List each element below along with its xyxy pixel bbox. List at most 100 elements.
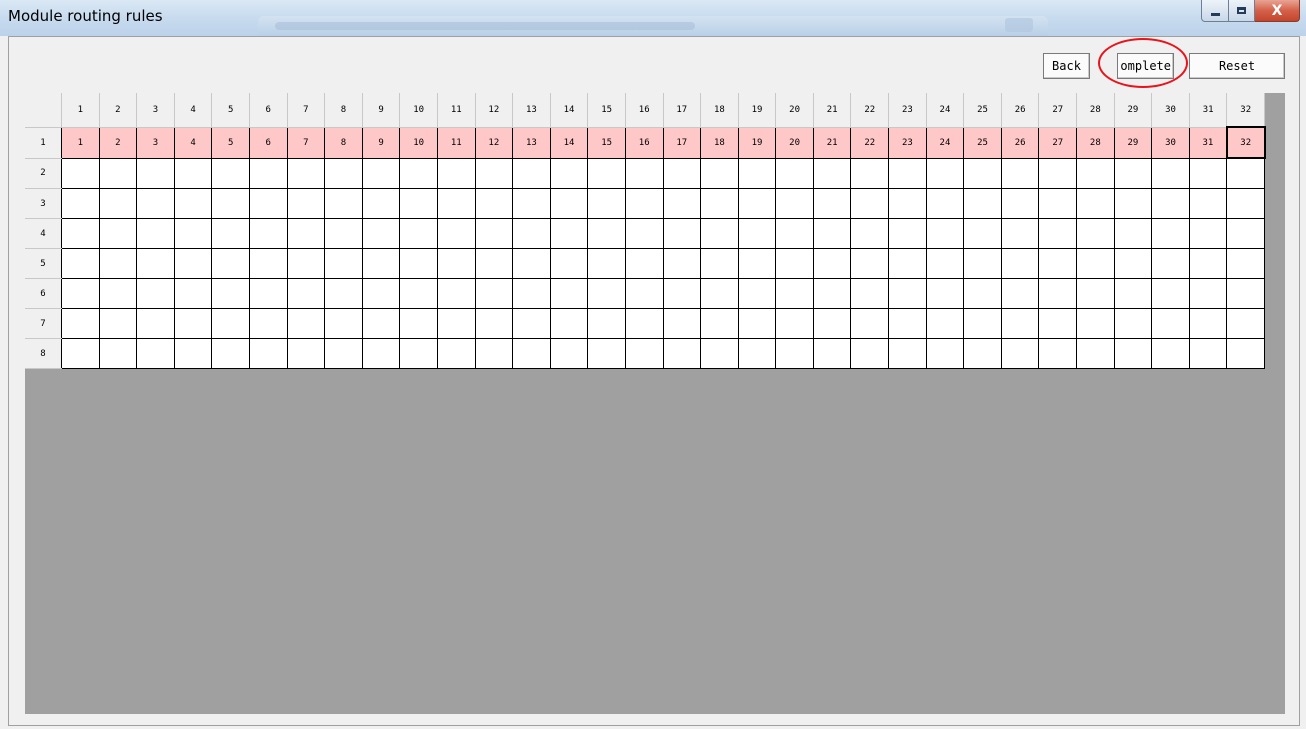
grid-cell[interactable]: 12 <box>474 126 514 159</box>
grid-cell[interactable] <box>324 278 363 309</box>
grid-cell[interactable] <box>624 338 664 369</box>
grid-cell[interactable] <box>1188 188 1228 219</box>
grid-cell[interactable]: 25 <box>963 126 1002 159</box>
grid-cell[interactable] <box>775 278 814 309</box>
grid-cell[interactable] <box>624 157 664 189</box>
grid-cell[interactable] <box>700 188 739 219</box>
grid-cell[interactable]: 8 <box>324 126 363 159</box>
column-header[interactable]: 27 <box>1038 93 1078 128</box>
row-header[interactable]: 6 <box>25 278 62 309</box>
grid-cell[interactable] <box>512 248 551 279</box>
grid-cell[interactable] <box>98 278 138 309</box>
grid-cell[interactable] <box>136 218 175 249</box>
grid-cell[interactable] <box>662 218 702 249</box>
grid-cell[interactable] <box>361 218 401 249</box>
grid-cell[interactable] <box>624 308 664 339</box>
grid-cell[interactable] <box>662 248 702 279</box>
title-bar[interactable]: Module routing rules X <box>0 0 1306 36</box>
grid-cell[interactable] <box>61 157 100 189</box>
grid-cell[interactable] <box>1151 278 1190 309</box>
grid-cell[interactable] <box>587 338 626 369</box>
grid-cell[interactable] <box>211 338 250 369</box>
grid-cell[interactable] <box>549 188 589 219</box>
grid-cell[interactable] <box>98 308 138 339</box>
grid-cell[interactable] <box>324 188 363 219</box>
grid-cell[interactable] <box>812 218 852 249</box>
column-header[interactable]: 7 <box>287 93 326 128</box>
row-header[interactable]: 4 <box>25 218 62 249</box>
grid-cell[interactable] <box>211 157 250 189</box>
grid-cell[interactable] <box>1038 157 1078 189</box>
grid-cell[interactable] <box>399 218 438 249</box>
grid-cell[interactable] <box>1076 188 1115 219</box>
grid-cell[interactable] <box>1038 188 1078 219</box>
grid-cell[interactable] <box>436 278 476 309</box>
column-header[interactable]: 11 <box>437 93 476 128</box>
grid-cell[interactable] <box>361 308 401 339</box>
grid-cell[interactable] <box>1076 248 1115 279</box>
grid-cell[interactable] <box>963 157 1002 189</box>
column-header[interactable]: 28 <box>1076 93 1115 128</box>
grid-cell[interactable] <box>1038 248 1078 279</box>
grid-cell[interactable] <box>775 188 814 219</box>
grid-cell[interactable] <box>286 308 326 339</box>
grid-cell[interactable] <box>737 308 777 339</box>
grid-cell[interactable] <box>98 338 138 369</box>
grid-cell[interactable]: 19 <box>737 126 777 159</box>
grid-cell[interactable] <box>737 338 777 369</box>
complete-button[interactable]: omplete <box>1117 53 1174 79</box>
grid-cell[interactable] <box>1038 338 1078 369</box>
grid-cell[interactable] <box>248 338 288 369</box>
grid-cell[interactable] <box>737 278 777 309</box>
grid-cell[interactable] <box>1076 308 1115 339</box>
grid-cell[interactable] <box>812 338 852 369</box>
column-header[interactable]: 8 <box>324 93 363 128</box>
grid-cell[interactable] <box>549 278 589 309</box>
grid-cell[interactable]: 15 <box>587 126 626 159</box>
grid-cell[interactable] <box>624 188 664 219</box>
grid-cell[interactable] <box>925 188 965 219</box>
grid-cell[interactable] <box>662 278 702 309</box>
grid-cell[interactable] <box>963 248 1002 279</box>
grid-cell[interactable] <box>700 218 739 249</box>
grid-cell[interactable] <box>1188 278 1228 309</box>
grid-cell[interactable]: 4 <box>173 126 213 159</box>
grid-cell[interactable] <box>61 308 100 339</box>
grid-cell[interactable] <box>925 308 965 339</box>
grid-cell[interactable] <box>812 157 852 189</box>
column-header[interactable]: 3 <box>136 93 175 128</box>
grid-cell[interactable] <box>737 248 777 279</box>
grid-cell[interactable] <box>1151 338 1190 369</box>
grid-cell[interactable] <box>399 308 438 339</box>
column-header[interactable]: 15 <box>587 93 626 128</box>
grid-cell[interactable] <box>98 218 138 249</box>
grid-cell[interactable] <box>399 248 438 279</box>
minimize-button[interactable] <box>1201 0 1229 22</box>
column-header[interactable]: 18 <box>700 93 739 128</box>
grid-cell[interactable] <box>737 218 777 249</box>
grid-cell[interactable] <box>173 308 213 339</box>
grid-cell[interactable] <box>737 188 777 219</box>
grid-cell[interactable] <box>850 157 890 189</box>
grid-cell[interactable] <box>850 338 890 369</box>
grid-cell[interactable] <box>587 218 626 249</box>
grid-cell[interactable] <box>211 308 250 339</box>
column-header[interactable]: 32 <box>1226 93 1265 128</box>
grid-cell[interactable] <box>399 338 438 369</box>
grid-cell[interactable] <box>1113 188 1153 219</box>
column-header[interactable]: 10 <box>399 93 438 128</box>
grid-cell[interactable] <box>1151 188 1190 219</box>
grid-cell[interactable] <box>888 157 927 189</box>
grid-cell[interactable] <box>248 157 288 189</box>
grid-cell[interactable] <box>700 308 739 339</box>
grid-cell[interactable] <box>248 308 288 339</box>
grid-cell[interactable] <box>888 248 927 279</box>
grid-cell[interactable] <box>98 188 138 219</box>
grid-cell[interactable] <box>286 338 326 369</box>
grid-cell[interactable] <box>474 278 514 309</box>
grid-cell[interactable] <box>474 157 514 189</box>
grid-cell[interactable] <box>1038 218 1078 249</box>
grid-cell[interactable] <box>549 338 589 369</box>
grid-cell[interactable] <box>850 308 890 339</box>
grid-cell[interactable] <box>775 248 814 279</box>
